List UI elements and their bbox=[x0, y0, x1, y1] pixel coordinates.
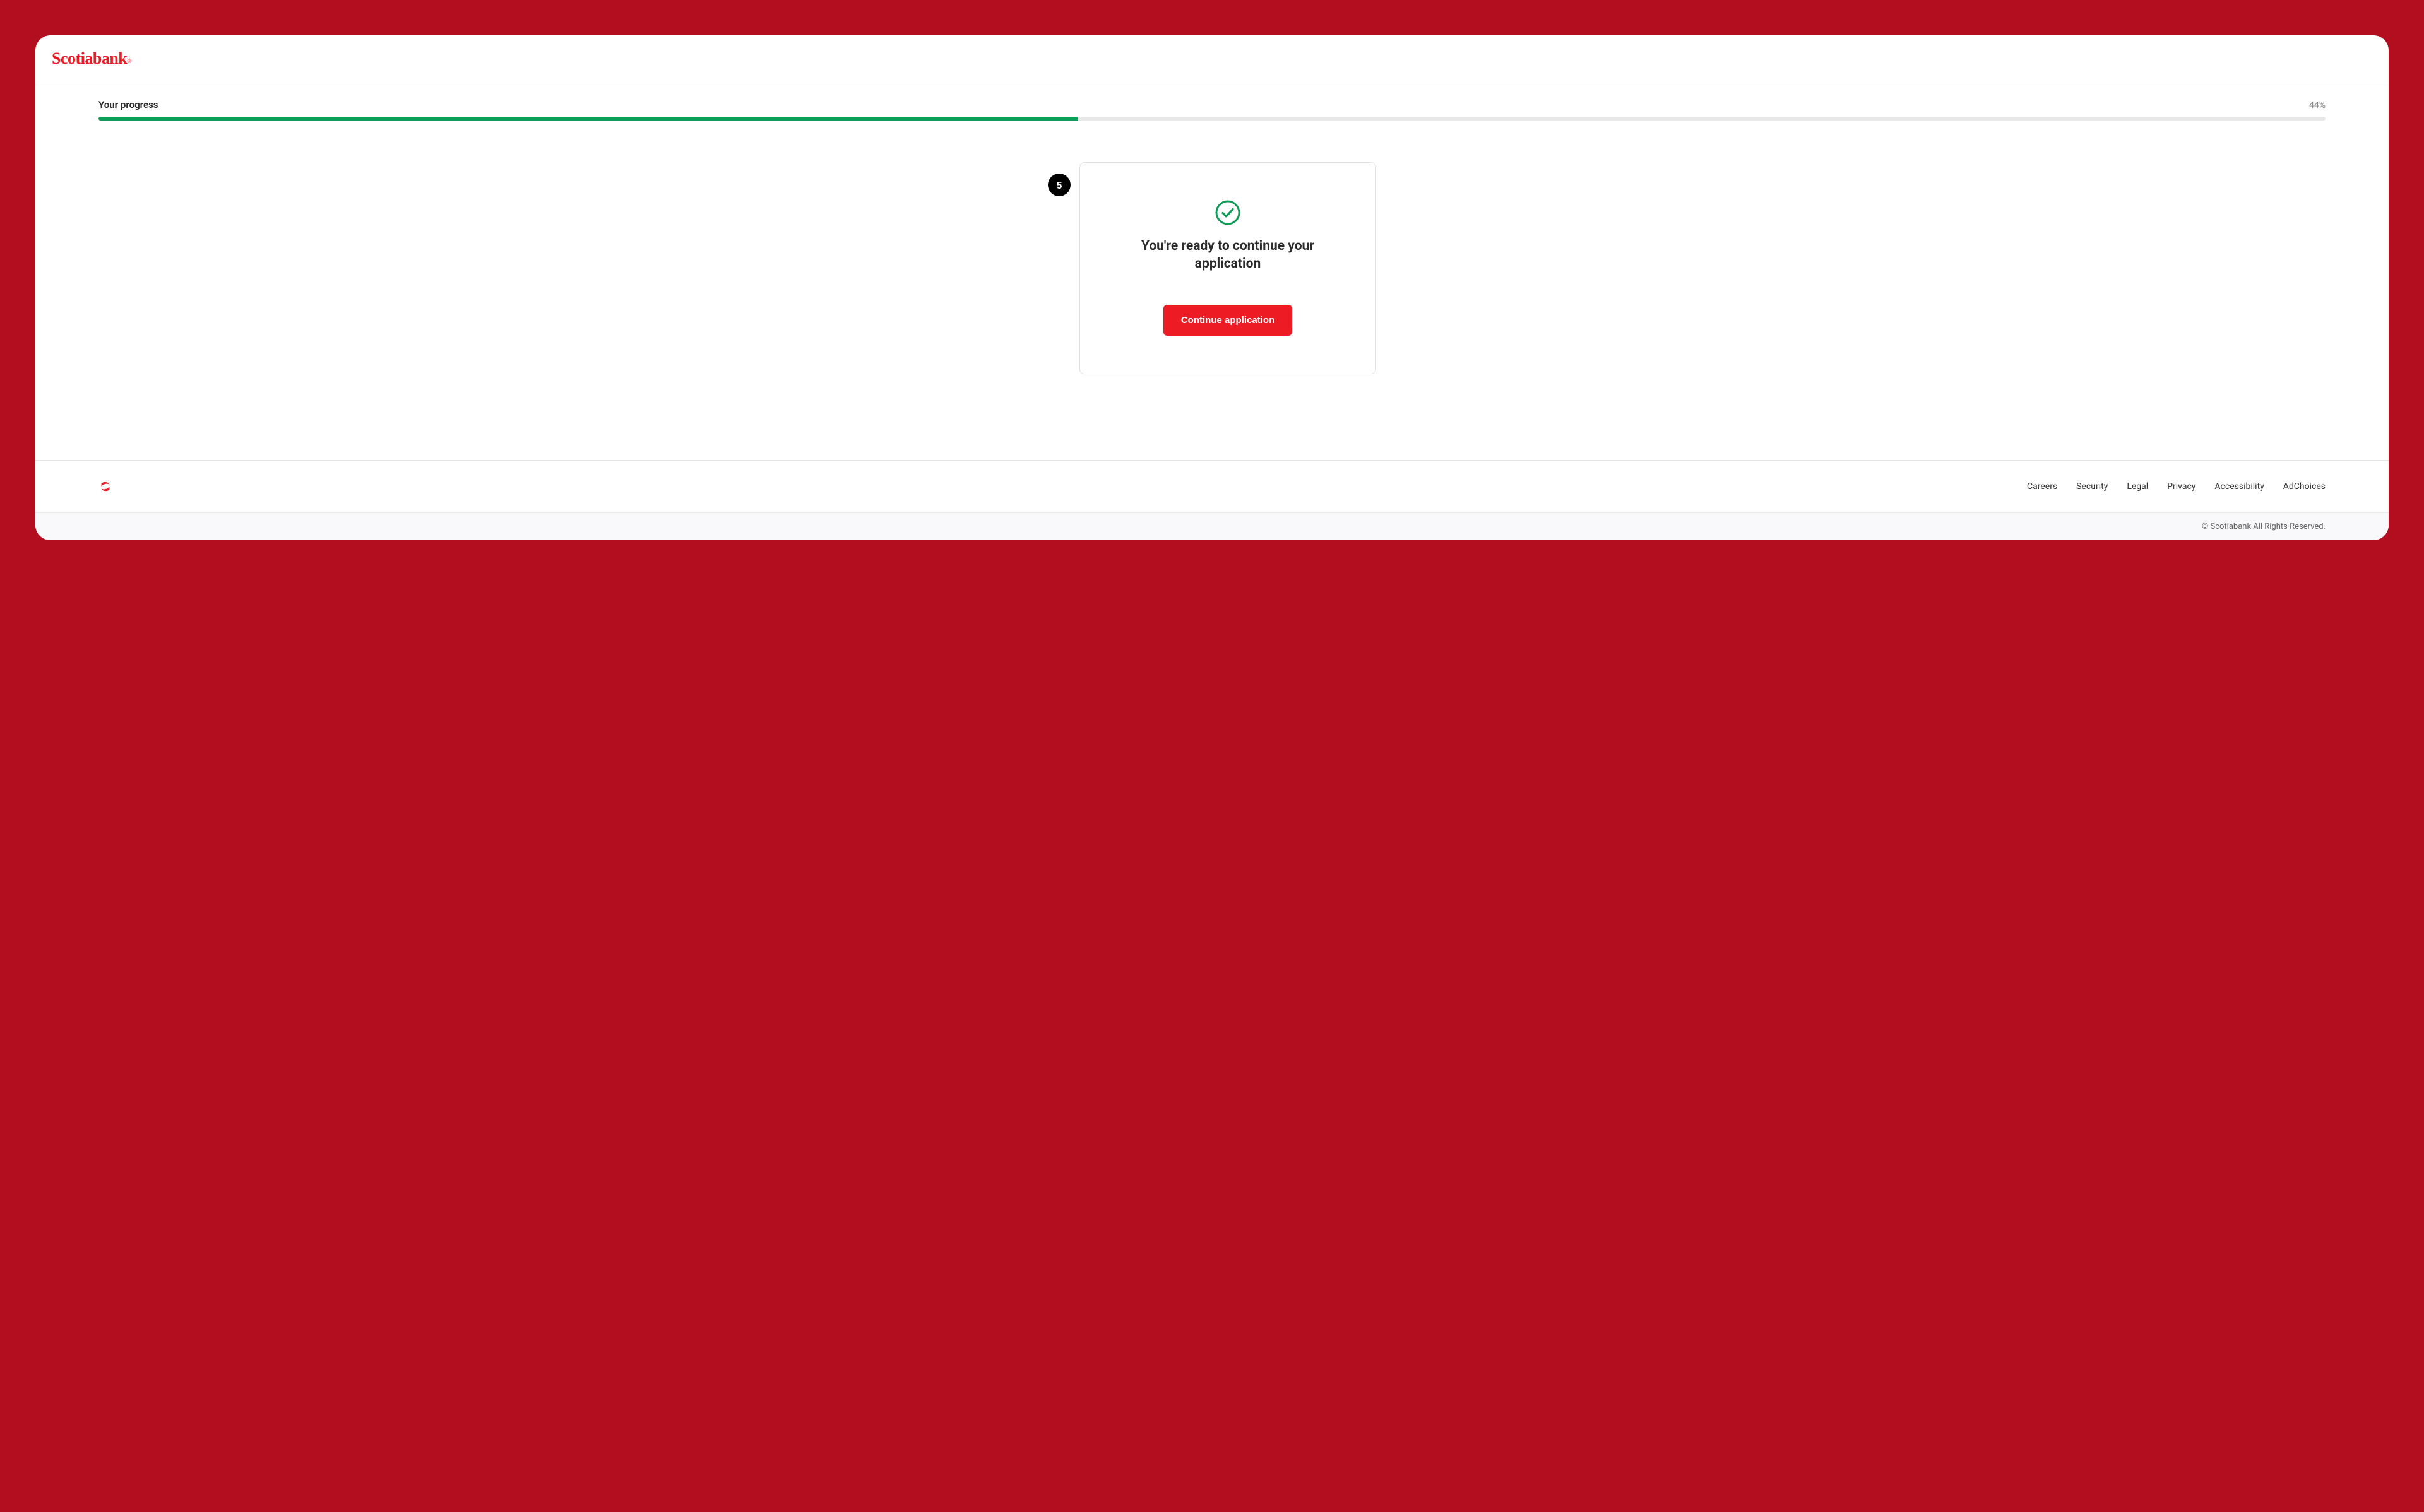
footer-link-adchoices[interactable]: AdChoices bbox=[2283, 481, 2326, 492]
progress-section: Your progress 44% bbox=[35, 81, 2389, 127]
progress-percent: 44% bbox=[2309, 100, 2326, 110]
main-area: 5 You're ready to continue your applicat… bbox=[35, 127, 2389, 460]
step-number-badge: 5 bbox=[1048, 174, 1071, 196]
card-heading: You're ready to continue your applicatio… bbox=[1105, 237, 1350, 273]
progress-track bbox=[98, 117, 2326, 121]
copyright-text: © Scotiabank All Rights Reserved. bbox=[2202, 522, 2326, 531]
check-circle-icon bbox=[1215, 199, 1241, 226]
footer-link-security[interactable]: Security bbox=[2076, 481, 2108, 492]
app-window: Scotiabank® Your progress 44% 5 bbox=[35, 35, 2389, 540]
brand-logo-text: Scotiabank bbox=[52, 49, 127, 68]
footer-nav: Careers Security Legal Privacy Accessibi… bbox=[35, 460, 2389, 512]
footer-link-legal[interactable]: Legal bbox=[2127, 481, 2148, 492]
brand-mark-icon bbox=[98, 480, 112, 493]
footer-link-careers[interactable]: Careers bbox=[2027, 481, 2057, 492]
step-card: You're ready to continue your applicatio… bbox=[1079, 162, 1376, 374]
content: Your progress 44% 5 You're ready to con bbox=[35, 81, 2389, 540]
footer-link-accessibility[interactable]: Accessibility bbox=[2214, 481, 2264, 492]
footer-links: Careers Security Legal Privacy Accessibi… bbox=[2027, 481, 2326, 492]
progress-label: Your progress bbox=[98, 99, 158, 110]
footer-link-privacy[interactable]: Privacy bbox=[2167, 481, 2195, 492]
progress-fill bbox=[98, 117, 1078, 121]
step-wrap: 5 You're ready to continue your applicat… bbox=[1048, 162, 1376, 410]
copyright-bar: © Scotiabank All Rights Reserved. bbox=[35, 512, 2389, 540]
header: Scotiabank® bbox=[35, 35, 2389, 81]
progress-header: Your progress 44% bbox=[98, 99, 2326, 110]
continue-application-button[interactable]: Continue application bbox=[1163, 305, 1292, 336]
brand-logo[interactable]: Scotiabank® bbox=[52, 49, 2372, 68]
brand-logo-reg: ® bbox=[127, 58, 131, 65]
